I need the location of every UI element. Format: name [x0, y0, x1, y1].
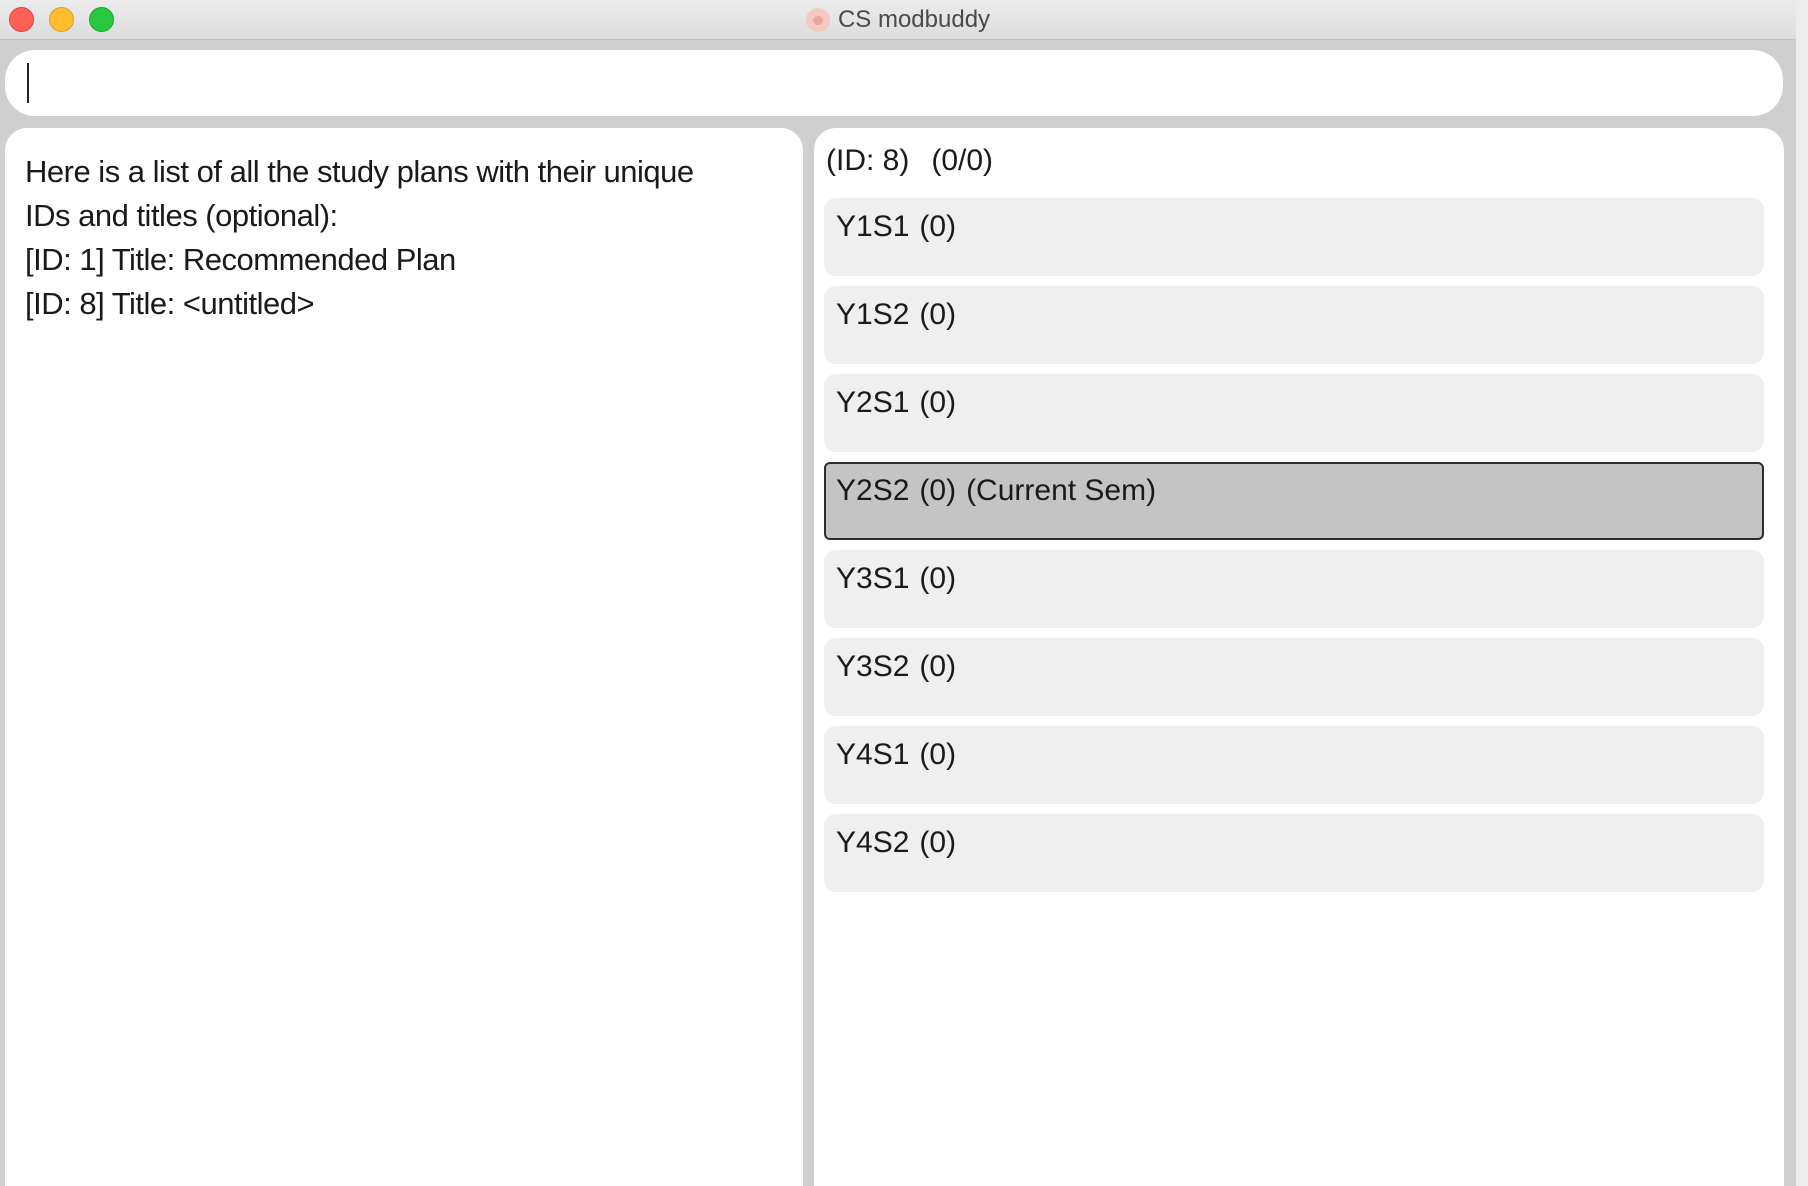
result-line: Here is a list of all the study plans wi…	[25, 154, 694, 189]
result-line: IDs and titles (optional):	[25, 198, 338, 233]
app-icon	[805, 8, 830, 32]
semester-count: (0)	[919, 474, 957, 507]
semester-card-y1s2[interactable]: Y1S2 (0)	[824, 286, 1764, 364]
current-sem-label: (Current Sem)	[966, 474, 1157, 507]
background-window-edge	[1796, 0, 1808, 1186]
semester-name: Y4S1	[836, 738, 910, 771]
semester-card-y2s1[interactable]: Y2S1 (0)	[824, 374, 1764, 452]
semester-name: Y3S2	[836, 650, 910, 683]
semester-name: Y2S2	[836, 474, 910, 507]
semester-list: Y1S1 (0) Y1S2 (0) Y2S1 (0) Y2S2 (0) (Current …	[824, 198, 1764, 902]
title-bar: CS modbuddy	[0, 0, 1796, 40]
result-line: [ID: 1] Title: Recommended Plan	[25, 242, 456, 277]
semester-card-y3s1[interactable]: Y3S1 (0)	[824, 550, 1764, 628]
semester-count: (0)	[919, 562, 957, 595]
study-plan-panel: (ID: 8) (0/0) Y1S1 (0) Y1S2 (0) Y2S1 (0) Y2S…	[814, 128, 1784, 1186]
result-display: Here is a list of all the study plans wi…	[5, 128, 803, 1186]
window-title-group: CS modbuddy	[0, 0, 1796, 40]
result-line: [ID: 8] Title: <untitled>	[25, 286, 315, 321]
semester-name: Y4S2	[836, 826, 910, 859]
app-window: CS modbuddy Here is a list of all the st…	[0, 0, 1796, 1186]
plan-id-label: (ID: 8)	[826, 144, 910, 177]
semester-card-y1s1[interactable]: Y1S1 (0)	[824, 198, 1764, 276]
semester-name: Y3S1	[836, 562, 910, 595]
semester-card-y2s2[interactable]: Y2S2 (0) (Current Sem)	[824, 462, 1764, 540]
semester-count: (0)	[919, 298, 957, 331]
semester-name: Y1S2	[836, 298, 910, 331]
plan-header: (ID: 8) (0/0)	[826, 144, 1015, 178]
semester-card-y3s2[interactable]: Y3S2 (0)	[824, 638, 1764, 716]
command-input[interactable]	[5, 50, 1783, 116]
semester-count: (0)	[919, 386, 957, 419]
window-title: CS modbuddy	[837, 6, 991, 33]
semester-count: (0)	[919, 738, 957, 771]
semester-name: Y2S1	[836, 386, 910, 419]
semester-count: (0)	[919, 650, 957, 683]
semester-card-y4s2[interactable]: Y4S2 (0)	[824, 814, 1764, 892]
semester-count: (0)	[919, 210, 957, 243]
text-cursor	[27, 63, 29, 103]
semester-card-y4s1[interactable]: Y4S1 (0)	[824, 726, 1764, 804]
semester-count: (0)	[919, 826, 957, 859]
plan-mc-label: (0/0)	[931, 144, 994, 177]
semester-name: Y1S1	[836, 210, 910, 243]
